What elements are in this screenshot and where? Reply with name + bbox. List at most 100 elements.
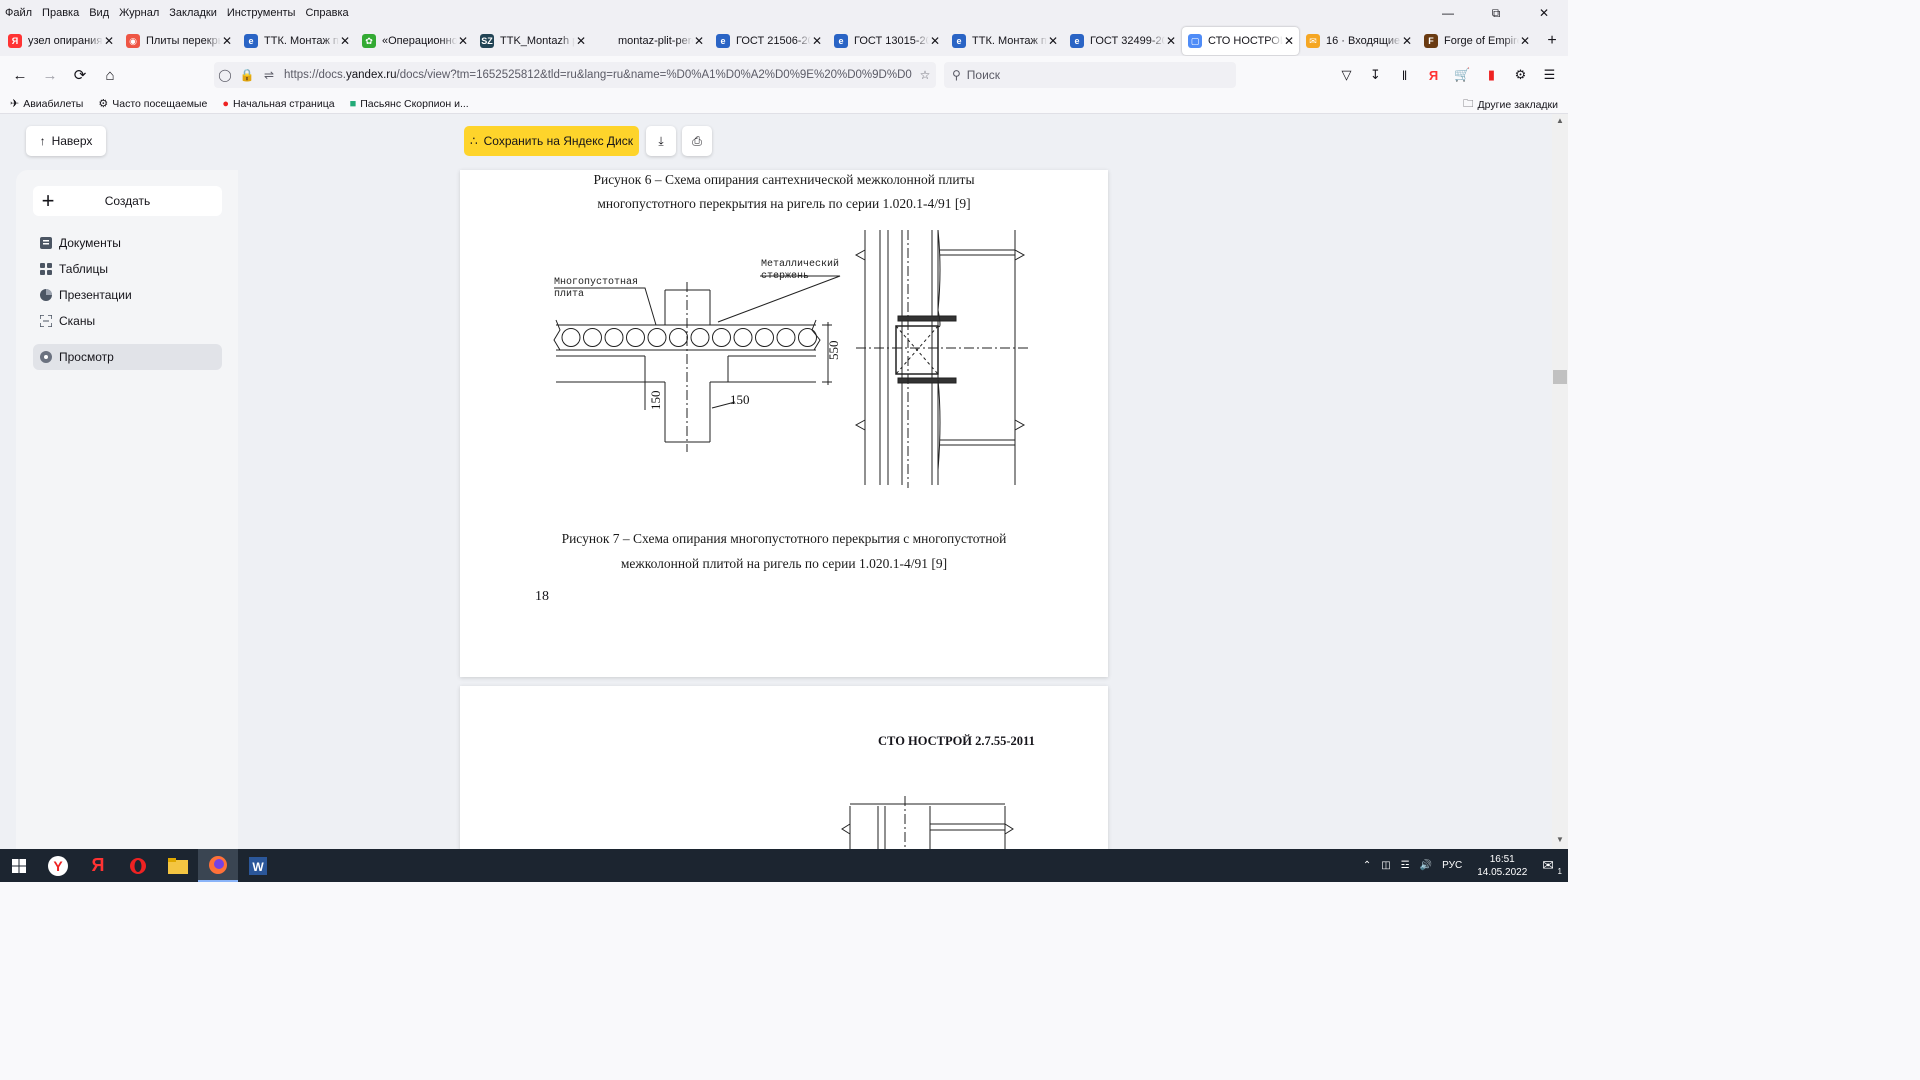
minimize-icon[interactable]: — bbox=[1424, 0, 1472, 26]
tab-5[interactable]: montaz-plit-perekrit✕ bbox=[592, 27, 709, 55]
tab-11[interactable]: ✉ 16 · Входящие –✕ bbox=[1300, 27, 1417, 55]
svg-text:Y: Y bbox=[53, 858, 63, 874]
bookmark-label: Пасьянс Скорпион и... bbox=[360, 97, 469, 110]
scroll-up-button[interactable]: ↑ Наверх bbox=[26, 126, 106, 156]
tab-8[interactable]: e ТТК. Монтаж пе ✕ bbox=[946, 27, 1063, 55]
scroll-up-arrow-icon[interactable]: ▲ bbox=[1552, 116, 1568, 128]
tab-9[interactable]: e ГОСТ 32499-201✕ bbox=[1064, 27, 1181, 55]
close-tab-icon[interactable]: ✕ bbox=[103, 34, 115, 48]
tab-0[interactable]: Яузел опирания п ✕ bbox=[2, 27, 119, 55]
scroll-down-arrow-icon[interactable]: ▼ bbox=[1552, 835, 1568, 847]
cart-icon[interactable]: 🛒 bbox=[1448, 61, 1477, 89]
close-tab-icon[interactable]: ✕ bbox=[1519, 34, 1531, 48]
tab-7[interactable]: e ГОСТ 13015-201✕ bbox=[828, 27, 945, 55]
chevron-up-icon[interactable]: ⌃ bbox=[1358, 860, 1376, 871]
language-indicator[interactable]: РУС bbox=[1437, 860, 1467, 871]
window-controls: — ⧉ ✕ bbox=[1424, 0, 1568, 26]
bookmark-home-page[interactable]: ● Начальная страница bbox=[212, 98, 339, 110]
bookmark-star-icon[interactable]: ☆ bbox=[914, 68, 936, 82]
label-metal-rod-line1: Металлический bbox=[761, 258, 839, 270]
close-window-icon[interactable]: ✕ bbox=[1520, 0, 1568, 26]
close-tab-icon[interactable]: ✕ bbox=[1165, 34, 1177, 48]
word-icon[interactable]: W bbox=[238, 849, 278, 882]
pocket-icon[interactable]: ▽ bbox=[1332, 61, 1361, 89]
clock[interactable]: 16:51 14.05.2022 bbox=[1467, 853, 1537, 879]
close-tab-icon[interactable]: ✕ bbox=[1401, 34, 1413, 48]
restore-icon[interactable]: ⧉ bbox=[1472, 0, 1520, 26]
download-button[interactable]: ⤓ bbox=[646, 126, 676, 156]
menu-tools[interactable]: Инструменты bbox=[223, 5, 302, 21]
sidebar-item-presentations[interactable]: Презентации bbox=[33, 282, 222, 308]
close-tab-icon[interactable]: ✕ bbox=[1283, 34, 1295, 48]
windows-start-icon[interactable] bbox=[0, 849, 38, 882]
bookmark-solitaire[interactable]: ■ Пасьянс Скорпион и... bbox=[340, 98, 474, 110]
menu-view[interactable]: Вид bbox=[85, 5, 115, 21]
tab-10[interactable]: ▢ СТО НОСТРОЙ ✕ bbox=[1182, 27, 1299, 55]
menu-icon[interactable]: ☰ bbox=[1535, 61, 1564, 89]
bookmarks-bar: ✈ Авиабилеты ⚙ Часто посещаемые ● Начальная… bbox=[0, 94, 1568, 114]
menu-file[interactable]: Файл bbox=[0, 5, 38, 21]
slab-hollow bbox=[690, 328, 710, 347]
close-tab-icon[interactable]: ✕ bbox=[929, 34, 941, 48]
sidebar-item-documents[interactable]: Документы bbox=[33, 230, 222, 256]
reload-icon[interactable]: ⟳ bbox=[66, 61, 94, 89]
tab-12[interactable]: F Forge of Empires✕ bbox=[1418, 27, 1535, 55]
library-icon[interactable]: ‖ bbox=[1390, 61, 1419, 89]
back-icon[interactable]: ← bbox=[6, 61, 34, 89]
yandex-ext-icon[interactable]: Я bbox=[1419, 61, 1448, 89]
notifications-icon[interactable]: ✉ 1 bbox=[1537, 857, 1568, 876]
tab-4[interactable]: SZ TTK_Montazh p ✕ bbox=[474, 27, 591, 55]
tab-title: TTK_Montazh p bbox=[500, 35, 575, 47]
menu-bookmarks[interactable]: Закладки bbox=[165, 5, 223, 21]
lock-icon[interactable]: 🔒 bbox=[236, 68, 258, 82]
sidebar-item-tables[interactable]: Таблицы bbox=[33, 256, 222, 282]
shield-icon[interactable]: ◯ bbox=[214, 68, 236, 82]
search-bar[interactable]: ⚲ Поиск bbox=[944, 62, 1236, 88]
tab-3[interactable]: ✿ «Операционно ✕ bbox=[356, 27, 473, 55]
url-text[interactable]: https://docs.yandex.ru/docs/view?tm=1652… bbox=[280, 69, 914, 81]
tab-6[interactable]: e ГОСТ 21506-201✕ bbox=[710, 27, 827, 55]
opera-icon[interactable] bbox=[118, 849, 158, 882]
label-hollow-slab-line1: Многопустотная bbox=[554, 277, 638, 288]
sidebar-item-view[interactable]: Просмотр bbox=[33, 344, 222, 370]
close-tab-icon[interactable]: ✕ bbox=[457, 34, 469, 48]
plus-icon: + bbox=[41, 188, 55, 213]
bookmark-ext-icon[interactable]: ▮ bbox=[1477, 61, 1506, 89]
menu-help[interactable]: Справка bbox=[301, 5, 354, 21]
print-button[interactable]: ⎙ bbox=[682, 126, 712, 156]
downloads-icon[interactable]: ↧ bbox=[1361, 61, 1390, 89]
wifi-icon[interactable]: ☲ bbox=[1396, 860, 1415, 871]
extension-icon[interactable]: ⚙ bbox=[1506, 61, 1535, 89]
url-bar[interactable]: ◯ 🔒 ⇌ https://docs.yandex.ru/docs/view?t… bbox=[214, 62, 936, 88]
close-tab-icon[interactable]: ✕ bbox=[693, 34, 705, 48]
tab-2[interactable]: e ТТК. Монтаж пе ✕ bbox=[238, 27, 355, 55]
new-tab-icon[interactable]: + bbox=[1540, 29, 1564, 53]
save-to-disk-button[interactable]: ∴ Сохранить на Яндекс Диск bbox=[464, 126, 639, 156]
firefox-icon[interactable] bbox=[198, 849, 238, 882]
yandex-icon[interactable]: Я bbox=[78, 849, 118, 882]
permissions-icon[interactable]: ⇌ bbox=[258, 68, 280, 82]
sidebar-item-scans[interactable]: Сканы bbox=[33, 308, 222, 334]
close-tab-icon[interactable]: ✕ bbox=[811, 34, 823, 48]
tab-1[interactable]: ◉ Плиты перекрыт✕ bbox=[120, 27, 237, 55]
close-tab-icon[interactable]: ✕ bbox=[221, 34, 233, 48]
bookmark-flights[interactable]: ✈ Авиабилеты bbox=[0, 97, 88, 111]
yandex-browser-icon[interactable]: Y bbox=[38, 849, 78, 882]
bookmark-other[interactable]: 🗀 Другие закладки bbox=[1463, 96, 1558, 114]
create-button[interactable]: + Создать bbox=[33, 186, 222, 216]
menu-edit[interactable]: Правка bbox=[38, 5, 85, 21]
close-tab-icon[interactable]: ✕ bbox=[1047, 34, 1059, 48]
close-tab-icon[interactable]: ✕ bbox=[339, 34, 351, 48]
home-icon[interactable]: ⌂ bbox=[96, 61, 124, 89]
meet-now-icon[interactable]: ◫ bbox=[1376, 860, 1395, 871]
volume-icon[interactable]: 🔊 bbox=[1415, 860, 1437, 871]
url-domain: yandex.ru bbox=[346, 69, 397, 81]
forward-icon[interactable]: → bbox=[36, 61, 64, 89]
close-tab-icon[interactable]: ✕ bbox=[575, 34, 587, 48]
file-explorer-icon[interactable] bbox=[158, 849, 198, 882]
bookmark-most-visited[interactable]: ⚙ Часто посещаемые bbox=[88, 97, 212, 111]
scrollbar-thumb[interactable] bbox=[1553, 370, 1567, 384]
vertical-scrollbar[interactable]: ▲ ▼ bbox=[1552, 114, 1568, 849]
e-icon: e bbox=[716, 34, 730, 48]
menu-history[interactable]: Журнал bbox=[115, 5, 165, 21]
